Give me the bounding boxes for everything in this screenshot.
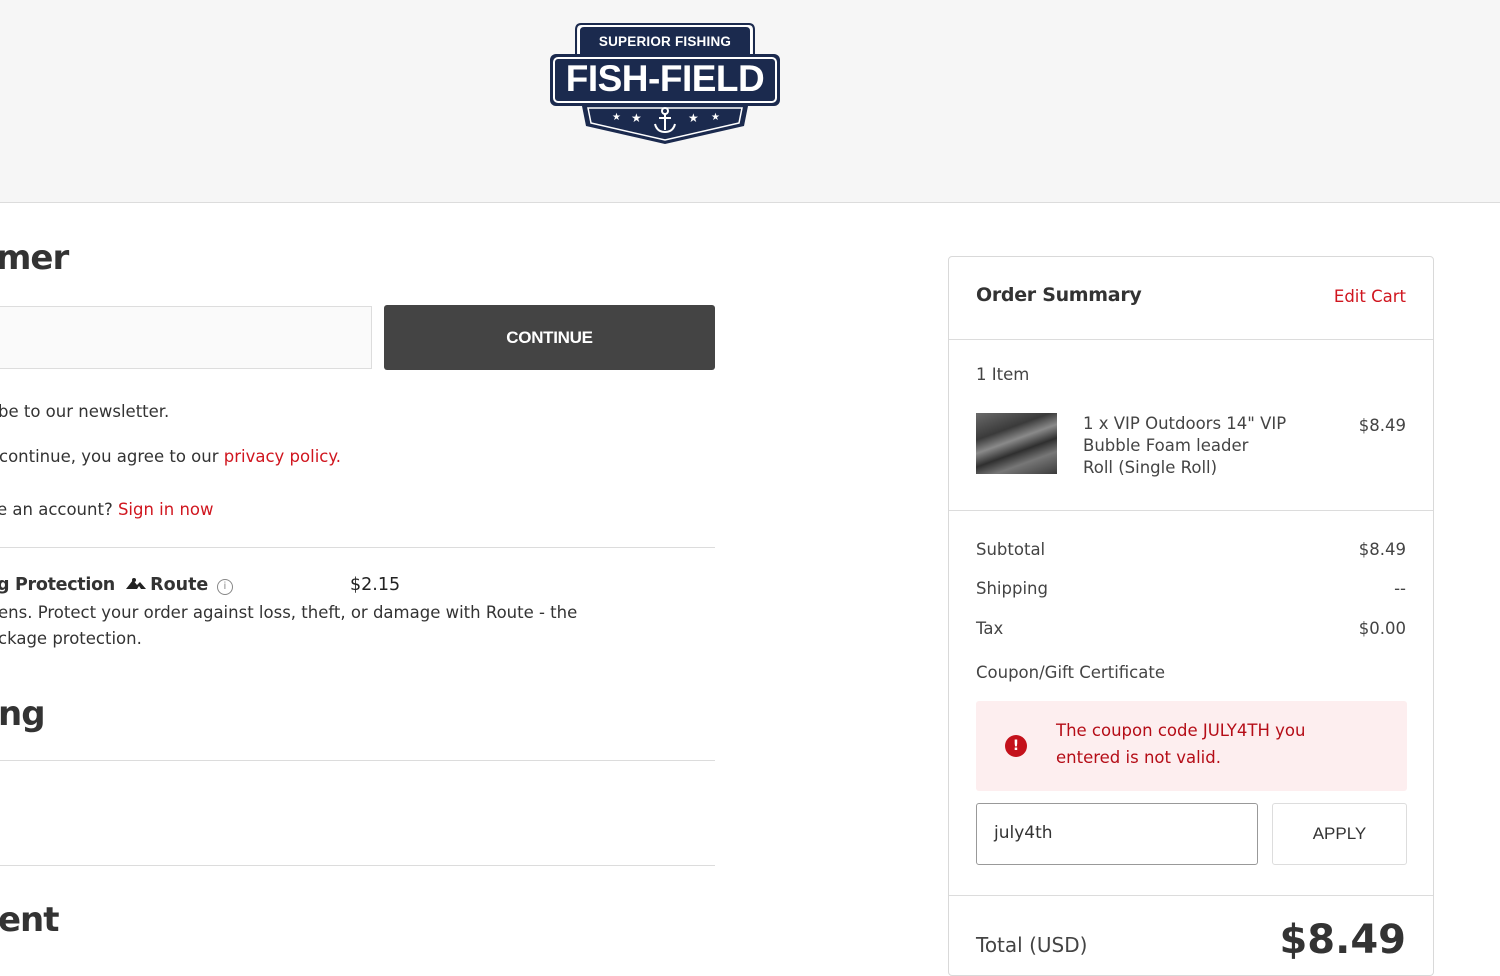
divider	[949, 339, 1433, 340]
route-description-line2: ckage protection.	[0, 629, 142, 648]
total-value: $8.49	[1279, 917, 1406, 963]
payment-heading: ent	[0, 900, 60, 940]
edit-cart-link[interactable]: Edit Cart	[1334, 287, 1406, 306]
continue-button[interactable]: CONTINUE	[384, 305, 715, 370]
logo-tagline: SUPERIOR FISHING	[598, 34, 732, 49]
coupon-error-line1: The coupon code JULY4TH you	[1056, 721, 1306, 740]
logo-wordmark: FISH-FIELD	[565, 58, 765, 99]
order-summary-title: Order Summary	[976, 284, 1142, 306]
shipping-heading: ng	[0, 694, 46, 734]
shipping-value: --	[1394, 579, 1406, 598]
route-protection-row: g Protection Route i	[0, 575, 233, 595]
product-name-line3: Roll (Single Roll)	[1083, 458, 1218, 477]
divider	[0, 760, 715, 761]
newsletter-label: be to our newsletter.	[0, 402, 170, 421]
svg-text:★: ★	[688, 111, 699, 125]
privacy-prefix: continue, you agree to our	[0, 447, 224, 466]
coupon-error-message: The coupon code JULY4TH you entered is n…	[1056, 717, 1376, 771]
subtotal-label: Subtotal	[976, 540, 1046, 559]
coupon-error-alert: ! The coupon code JULY4TH you entered is…	[976, 701, 1407, 791]
tax-label: Tax	[976, 619, 1004, 638]
sign-in-link[interactable]: Sign in now	[118, 500, 214, 519]
route-protection-title: g Protection	[0, 575, 115, 595]
apply-coupon-button[interactable]: APPLY	[1272, 803, 1407, 865]
divider	[0, 547, 715, 548]
product-price: $8.49	[1358, 416, 1406, 435]
privacy-policy-link[interactable]: privacy policy	[224, 447, 336, 466]
route-price: $2.15	[350, 575, 401, 595]
svg-text:★: ★	[631, 111, 642, 125]
divider	[0, 865, 715, 866]
subtotal-value: $8.49	[1358, 540, 1406, 559]
coupon-error-line2: entered is not valid.	[1056, 748, 1221, 767]
coupon-label: Coupon/Gift Certificate	[976, 663, 1165, 682]
email-input[interactable]	[0, 306, 372, 369]
divider	[949, 510, 1433, 511]
account-prefix: e an account?	[0, 500, 118, 519]
info-icon[interactable]: i	[216, 579, 233, 595]
shipping-label: Shipping	[976, 579, 1048, 598]
customer-heading: mer	[0, 238, 69, 278]
account-prompt: e an account? Sign in now	[0, 500, 214, 519]
privacy-notice: continue, you agree to our privacy polic…	[0, 447, 341, 466]
svg-text:★: ★	[711, 112, 720, 123]
route-brand: Route	[150, 575, 209, 595]
item-count: 1 Item	[976, 365, 1030, 384]
svg-text:★: ★	[612, 112, 621, 123]
product-name: 1 x VIP Outdoors 14" VIP Bubble Foam lea…	[1083, 413, 1293, 479]
route-description-line1: ens. Protect your order against loss, th…	[0, 603, 578, 622]
total-label: Total (USD)	[976, 933, 1088, 957]
divider	[949, 895, 1433, 896]
site-header: ★ ★ ★ ★ SUPERIOR FISHING FISH-FIELD	[0, 0, 1500, 203]
fish-field-logo[interactable]: ★ ★ ★ ★ SUPERIOR FISHING FISH-FIELD	[548, 22, 782, 146]
privacy-suffix: .	[335, 447, 342, 466]
product-name-line2: Bubble Foam leader	[1083, 436, 1249, 455]
product-name-line1: 1 x VIP Outdoors 14" VIP	[1083, 414, 1287, 433]
route-logo-icon	[125, 576, 146, 590]
error-icon: !	[1005, 735, 1027, 757]
order-summary-panel: Order Summary Edit Cart 1 Item 1 x VIP O…	[948, 256, 1434, 976]
product-thumbnail	[976, 413, 1057, 474]
tax-value: $0.00	[1358, 619, 1406, 638]
coupon-code-input[interactable]: july4th	[976, 803, 1258, 865]
